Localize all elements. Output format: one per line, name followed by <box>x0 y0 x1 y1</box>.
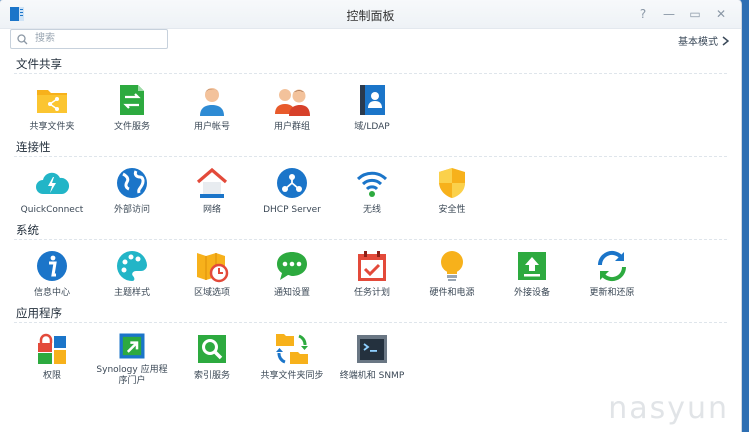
item-label: 网络 <box>202 205 221 215</box>
section-title-connectivity: 连接性 <box>16 140 51 154</box>
user-item[interactable]: 用户帐号 <box>172 74 252 138</box>
domain-ldap-item[interactable]: 域/LDAP <box>332 74 412 138</box>
shared-folder-item[interactable]: 共享文件夹 <box>12 74 92 138</box>
terminal-snmp-item[interactable]: 终端机和 SNMP <box>332 323 412 387</box>
wireless-item[interactable]: 无线 <box>332 157 412 221</box>
item-label: 域/LDAP <box>354 122 390 132</box>
privileges-icon <box>38 333 66 364</box>
item-label: 信息中心 <box>33 288 70 298</box>
item-label: 外部访问 <box>113 205 150 215</box>
item-label: 索引服务 <box>193 371 230 381</box>
item-label: 无线 <box>362 205 381 215</box>
external-access-item[interactable]: 外部访问 <box>92 157 172 221</box>
minimize-icon[interactable]: — <box>659 4 679 24</box>
shared-folder-sync-item[interactable]: 共享文件夹同步 <box>252 323 332 387</box>
regional-options-icon <box>197 253 229 283</box>
security-item[interactable]: 安全性 <box>412 157 492 221</box>
group-item[interactable]: 用户群组 <box>252 74 332 138</box>
close-icon[interactable]: ✕ <box>711 4 731 24</box>
section-file-sharing: 共享文件夹 文件服务 用户帐号 用户群组 域/LDAP <box>0 74 741 138</box>
regional-options-item[interactable]: 区域选项 <box>172 240 252 304</box>
dhcp-server-icon <box>277 168 307 198</box>
hardware-power-item[interactable]: 硬件和电源 <box>412 240 492 304</box>
section-title-file-sharing: 文件共享 <box>16 57 62 71</box>
user-icon <box>200 88 224 116</box>
item-label: 任务计划 <box>353 288 390 298</box>
update-restore-icon <box>597 250 627 282</box>
toolbar: 基本模式 <box>0 29 741 55</box>
item-label: 外接设备 <box>513 288 550 298</box>
notification-icon <box>277 252 307 280</box>
item-label: 通知设置 <box>273 288 310 298</box>
watermark: nasyun <box>608 391 729 426</box>
network-icon <box>196 167 228 198</box>
group-icon <box>275 89 310 116</box>
shared-folder-sync-icon <box>276 334 308 364</box>
external-devices-item[interactable]: 外接设备 <box>492 240 572 304</box>
network-item[interactable]: 网络 <box>172 157 252 221</box>
maximize-icon[interactable]: ▭ <box>685 4 705 24</box>
security-icon <box>439 168 465 198</box>
item-label: 权限 <box>42 371 61 381</box>
file-services-icon <box>120 85 144 115</box>
section-applications: 权限 Synology 应用程序门户 索引服务 共享文件夹同步 终端机和 SNM… <box>0 323 741 387</box>
item-label: 共享文件夹 <box>29 122 75 132</box>
section-title-applications: 应用程序 <box>16 306 62 320</box>
control-panel-window: 控制面板 ? — ▭ ✕ 基本模式 文件共享 <box>0 0 741 432</box>
privileges-item[interactable]: 权限 <box>12 323 92 387</box>
update-restore-item[interactable]: 更新和还原 <box>572 240 652 304</box>
indexing-service-item[interactable]: 索引服务 <box>172 323 252 387</box>
quickconnect-item[interactable]: QuickConnect <box>12 157 92 221</box>
help-icon[interactable]: ? <box>633 4 653 24</box>
section-connectivity: QuickConnect 外部访问 网络 DHCP Server 无线 安全性 <box>0 157 741 221</box>
item-label: 硬件和电源 <box>429 288 475 298</box>
theme-icon <box>117 250 147 281</box>
section-title-system: 系统 <box>16 223 39 237</box>
notification-item[interactable]: 通知设置 <box>252 240 332 304</box>
item-label: 终端机和 SNMP <box>339 371 405 381</box>
domain-ldap-icon <box>360 85 385 115</box>
item-label: 文件服务 <box>113 122 150 132</box>
shared-folder-icon <box>37 90 67 113</box>
window-title: 控制面板 <box>346 9 395 23</box>
basic-mode-link[interactable]: 基本模式 <box>678 33 729 48</box>
info-center-item[interactable]: 信息中心 <box>12 240 92 304</box>
item-label: 安全性 <box>438 205 466 215</box>
item-label: 区域选项 <box>193 288 230 298</box>
terminal-snmp-icon <box>357 335 387 363</box>
item-label: QuickConnect <box>20 205 84 215</box>
item-label: 用户帐号 <box>193 122 230 132</box>
item-label: 用户群组 <box>273 122 310 132</box>
wireless-icon <box>356 171 388 197</box>
theme-item[interactable]: 主题样式 <box>92 240 172 304</box>
hardware-power-icon <box>441 251 463 281</box>
external-access-icon <box>117 168 147 198</box>
file-services-item[interactable]: 文件服务 <box>92 74 172 138</box>
basic-mode-label: 基本模式 <box>678 37 718 48</box>
item-label: Synology 应用程序门户 <box>96 365 168 386</box>
app-portal-icon <box>119 333 145 359</box>
indexing-service-icon <box>198 335 226 363</box>
app-portal-item[interactable]: Synology 应用程序门户 <box>92 323 172 387</box>
item-label: DHCP Server <box>263 205 321 215</box>
external-devices-icon <box>518 252 546 280</box>
title-bar: 控制面板 ? — ▭ ✕ <box>0 0 741 29</box>
desktop-edge <box>741 0 749 432</box>
quickconnect-icon <box>36 172 70 194</box>
item-label: 共享文件夹同步 <box>260 371 324 381</box>
task-scheduler-item[interactable]: 任务计划 <box>332 240 412 304</box>
search-box[interactable] <box>10 29 168 49</box>
chevron-right-icon <box>722 35 729 46</box>
dhcp-server-item[interactable]: DHCP Server <box>252 157 332 221</box>
item-label: 主题样式 <box>113 288 150 298</box>
info-center-icon <box>37 251 67 281</box>
task-scheduler-icon <box>358 251 386 281</box>
search-input[interactable] <box>33 32 167 45</box>
search-icon <box>17 34 28 45</box>
section-system: 信息中心 主题样式 区域选项 通知设置 任务计划 硬件和电源 外接设备 更新和还… <box>0 240 741 304</box>
item-label: 更新和还原 <box>589 288 635 298</box>
